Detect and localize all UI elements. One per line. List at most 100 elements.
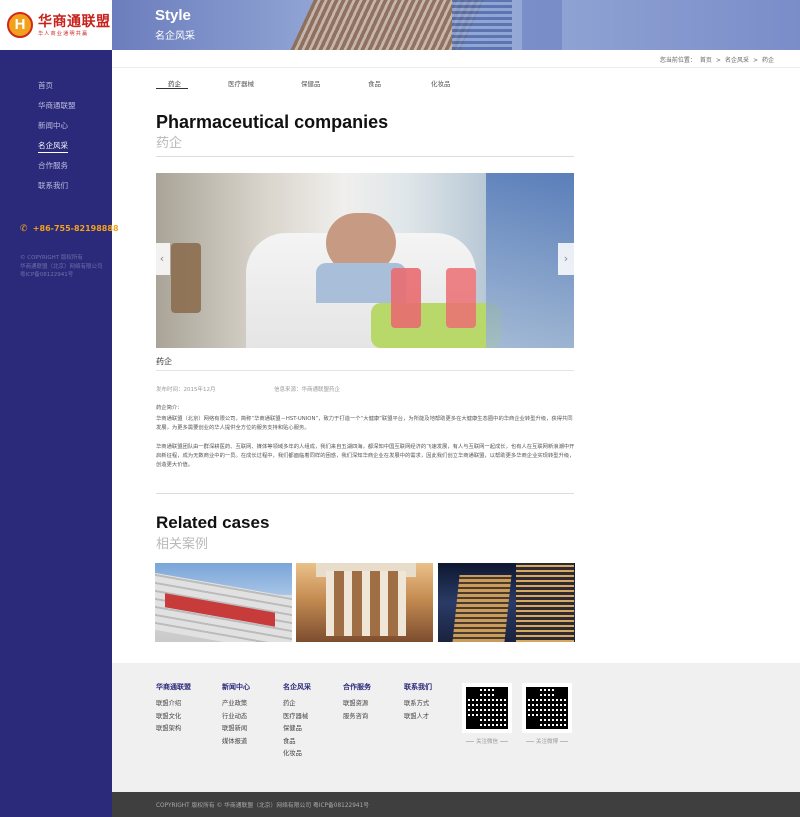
chevron-right-icon: › [563, 252, 569, 265]
footer-link[interactable]: 联盟资源 [343, 698, 371, 711]
breadcrumb-sep: > [752, 57, 758, 64]
wechat-qr-code [462, 683, 512, 733]
logo[interactable]: H 华商通联盟 华人商业通明共赢 [0, 0, 112, 50]
footer-heading[interactable]: 华商通联盟 [156, 682, 191, 692]
footer: 华商通联盟 联盟介绍 联盟文化 联盟架构 新闻中心 产业政策 行业动态 联盟新闻… [112, 663, 800, 792]
footer-link[interactable]: 药企 [283, 698, 311, 711]
footer-link[interactable]: 服务咨询 [343, 711, 371, 724]
phone-icon: ✆ [20, 224, 28, 234]
article-paragraph: 华商通联盟团队由一群深耕医药、互联网、媒体等领域多年的人组成，我们来自五湖四海，… [156, 444, 575, 468]
footer-link[interactable]: 联盟架构 [156, 723, 191, 736]
breadcrumb-companies[interactable]: 名企风采 [725, 57, 749, 64]
article-meta: 发布时间：2015年12月 信息来源：华商通联盟药企 [156, 385, 340, 393]
breadcrumb-label: 您当前位置： [659, 57, 696, 64]
divider [156, 493, 574, 494]
sidebar-item-alliance[interactable]: 华商通联盟 [38, 100, 76, 120]
qr-code-image [466, 687, 508, 729]
related-title: Related cases [156, 513, 270, 532]
tab-cosmetics[interactable]: 化妆品 [431, 78, 451, 88]
related-case-card[interactable] [155, 563, 292, 642]
tab-health-products[interactable]: 保健品 [301, 78, 321, 88]
slide-caption: 药企 [156, 357, 172, 366]
page-title: Pharmaceutical companies [156, 112, 389, 132]
footer-heading[interactable]: 联系我们 [404, 682, 432, 692]
article-paragraph: 华商通联盟（北京）网络有限公司，简称“华商通联盟－HST-UNION”，致力于打… [156, 416, 573, 431]
related-case-card[interactable] [296, 563, 433, 642]
footer-link[interactable]: 保健品 [283, 723, 311, 736]
sidebar-nav: 首页 华商通联盟 新闻中心 名企风采 合作服务 联系我们 [38, 80, 76, 200]
footer-heading[interactable]: 新闻中心 [222, 682, 250, 692]
footer-heading[interactable]: 名企风采 [283, 682, 311, 692]
weibo-qr-code [522, 683, 572, 733]
breadcrumb-sep: > [715, 57, 721, 64]
sidebar-item-home[interactable]: 首页 [38, 80, 76, 100]
active-tab-indicator [156, 88, 188, 89]
footer-column: 华商通联盟 联盟介绍 联盟文化 联盟架构 [156, 682, 191, 736]
copyright-bar: COPYRIGHT 版权所有 © 华商通联盟（北京）网络有限公司 粤ICP备08… [112, 792, 800, 817]
article-body: 药企简介： 华商通联盟（北京）网络有限公司，简称“华商通联盟－HST-UNION… [156, 404, 576, 480]
footer-column: 名企风采 药企 医疗器械 保健品 食品 化妆品 [283, 682, 311, 761]
divider [156, 370, 574, 371]
footer-link[interactable]: 化妆品 [283, 748, 311, 761]
related-case-card[interactable] [438, 563, 575, 642]
qr-label: 关注微博 [522, 737, 572, 745]
footer-column: 新闻中心 产业政策 行业动态 联盟新闻 媒体报道 [222, 682, 250, 748]
case-image-part [326, 571, 406, 636]
footer-column: 联系我们 联系方式 联盟人才 [404, 682, 432, 723]
publish-date: 发布时间：2015年12月 [156, 387, 216, 393]
tab-pharma[interactable]: 药企 [168, 78, 181, 88]
footer-link[interactable]: 产业政策 [222, 698, 250, 711]
footer-link[interactable]: 联盟介绍 [156, 698, 191, 711]
slide-image-part [446, 268, 476, 328]
qr-code-image [526, 687, 568, 729]
sidebar-item-contact[interactable]: 联系我们 [38, 180, 76, 200]
logo-slogan: 华人商业通明共赢 [38, 31, 89, 37]
logo-title: 华商通联盟 [38, 14, 111, 30]
footer-link[interactable]: 联盟新闻 [222, 723, 250, 736]
tab-food[interactable]: 食品 [368, 78, 381, 88]
banner-subtitle: 名企风采 [155, 31, 195, 42]
phone-number[interactable]: ✆ +86-755-82198888 [20, 224, 119, 234]
footer-heading[interactable]: 合作服务 [343, 682, 371, 692]
slider-next-button[interactable]: › [558, 243, 574, 275]
sidebar-copyright-line: 粤ICP备08122941号 [20, 272, 74, 278]
copyright-text: COPYRIGHT 版权所有 © 华商通联盟（北京）网络有限公司 粤ICP备08… [156, 803, 370, 809]
page-subtitle: 药企 [156, 136, 183, 151]
sidebar-item-companies[interactable]: 名企风采 [38, 140, 76, 160]
info-source: 信息来源：华商通联盟药企 [274, 387, 341, 393]
footer-link[interactable]: 联盟人才 [404, 711, 432, 724]
chevron-left-icon: ‹ [159, 252, 165, 265]
banner-building-image [522, 0, 562, 50]
intro-heading: 药企简介： [156, 405, 183, 411]
banner-building-image [452, 0, 512, 50]
sidebar-item-services[interactable]: 合作服务 [38, 160, 76, 180]
footer-link[interactable]: 联系方式 [404, 698, 432, 711]
sidebar-copyright-line: 华商通联盟（北京）网络有限公司 [20, 263, 103, 270]
sidebar-copyright-line: © COPYRIGHT 版权所有 [20, 255, 83, 261]
footer-link[interactable]: 联盟文化 [156, 711, 191, 724]
breadcrumb: 您当前位置： 首页 > 名企风采 > 药企 [656, 55, 774, 64]
divider [156, 156, 574, 157]
sidebar-item-news[interactable]: 新闻中心 [38, 120, 76, 140]
sidebar-copyright: © COPYRIGHT 版权所有 华商通联盟（北京）网络有限公司 粤ICP备08… [20, 254, 108, 280]
footer-link[interactable]: 食品 [283, 736, 311, 749]
footer-column: 合作服务 联盟资源 服务咨询 [343, 682, 371, 723]
slide-image-part [171, 243, 201, 313]
image-slider[interactable] [156, 173, 574, 348]
footer-link[interactable]: 媒体报道 [222, 736, 250, 749]
case-image-part [452, 575, 512, 642]
footer-link[interactable]: 行业动态 [222, 711, 250, 724]
case-image-part [516, 563, 574, 642]
page-banner: Style 名企风采 [112, 0, 800, 50]
category-tabs: 药企 医疗器械 保健品 食品 化妆品 [156, 78, 576, 90]
divider [112, 67, 800, 68]
banner-title: Style [155, 7, 191, 24]
phone-text: +86-755-82198888 [32, 224, 119, 233]
slider-prev-button[interactable]: ‹ [154, 243, 170, 275]
sidebar: H 华商通联盟 华人商业通明共赢 首页 华商通联盟 新闻中心 名企风采 合作服务… [0, 0, 119, 817]
footer-link[interactable]: 医疗器械 [283, 711, 311, 724]
breadcrumb-home[interactable]: 首页 [700, 57, 712, 64]
tab-medical-devices[interactable]: 医疗器械 [228, 78, 254, 88]
qr-label: 关注微信 [462, 737, 512, 745]
logo-mark: H [7, 12, 33, 38]
